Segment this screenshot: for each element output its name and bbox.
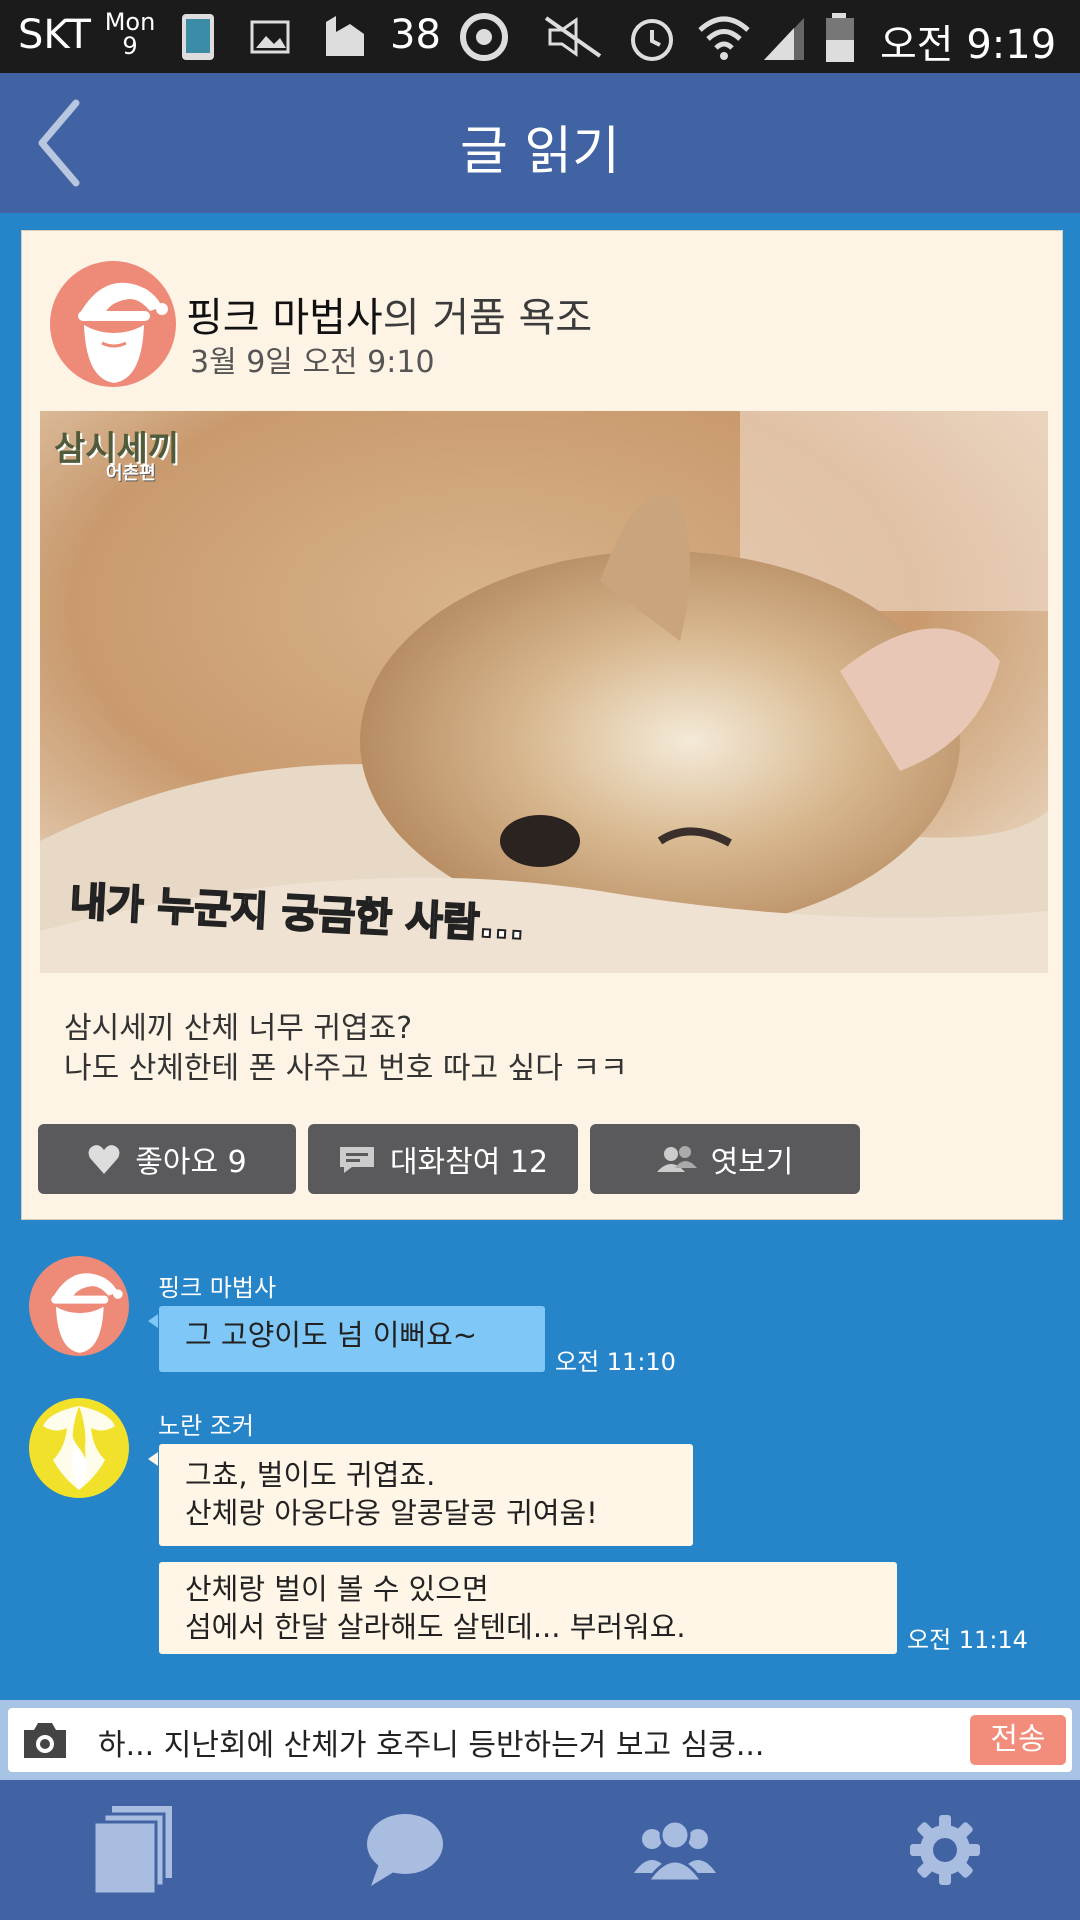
join-chat-button[interactable]: 대화참여 12 xyxy=(308,1124,578,1194)
send-button[interactable]: 전송 xyxy=(970,1715,1066,1765)
post-body-line: 나도 산체한테 폰 사주고 번호 따고 싶다 ㅋㅋ xyxy=(64,1051,628,1086)
post-photo[interactable]: 삼시세끼 어촌편 내가 누군지 궁금한 사람... xyxy=(40,411,1048,973)
post-title-suffix: 의 거품 욕조 xyxy=(382,295,593,341)
image-icon xyxy=(250,20,290,54)
post-author-name[interactable]: 핑크 마법사 xyxy=(186,295,383,341)
comment-time: 오전 11:10 xyxy=(555,1348,676,1376)
sync-icon xyxy=(460,13,508,61)
photo-logo-sub: 어촌편 xyxy=(106,463,156,484)
people-icon xyxy=(656,1146,697,1172)
comment-input[interactable]: 하... 지난회에 산체가 호주니 등반하는거 보고 심쿵... 전송 xyxy=(8,1708,1072,1772)
like-label: 좋아요 9 xyxy=(135,1145,247,1180)
nav-friends[interactable] xyxy=(540,1780,810,1920)
peek-label: 엿보기 xyxy=(710,1145,794,1180)
post-date: 3월 9일 오전 9:10 xyxy=(190,345,435,380)
status-day: Mon xyxy=(104,8,156,36)
post-title: 핑크 마법사의 거품 욕조 xyxy=(186,285,592,343)
comment-text: 산체랑 벌이 볼 수 있으면 xyxy=(185,1572,489,1606)
notification-app-icon xyxy=(326,16,364,56)
battery-icon xyxy=(826,13,854,62)
comment-input-value: 하... 지난회에 산체가 호주니 등반하는거 보고 심쿵... xyxy=(98,1728,765,1763)
notification-count: 38 xyxy=(390,12,441,58)
page-title: 글 읽기 xyxy=(459,122,621,182)
post-actions: 좋아요 9 대화참여 12 엿보기 xyxy=(38,1124,1048,1194)
bubble-tail xyxy=(148,1314,158,1328)
commenter-name: 노란 조커 xyxy=(158,1412,254,1440)
join-chat-label: 대화참여 12 xyxy=(389,1145,549,1180)
comment-text: 그쵸, 벌이도 귀엽죠. xyxy=(185,1458,436,1492)
peek-button[interactable]: 엿보기 xyxy=(590,1124,860,1194)
message-icon xyxy=(339,1147,374,1173)
joker-icon xyxy=(43,1406,115,1490)
post-card: 핑크 마법사의 거품 욕조 3월 9일 오전 9:10 삼시세끼 어촌편 내가 … xyxy=(21,230,1063,1220)
nav-chat[interactable] xyxy=(270,1780,540,1920)
commenter-avatar[interactable] xyxy=(29,1398,129,1498)
bubble-tail xyxy=(148,1452,158,1466)
post-body-line: 삼시세끼 산체 너무 귀엽죠? xyxy=(64,1011,413,1046)
status-date: Mon 9 xyxy=(104,10,156,58)
wizard-icon xyxy=(78,282,168,383)
wizard-icon xyxy=(51,1273,123,1353)
posts-icon xyxy=(92,1806,172,1896)
comment-text: 섬에서 한달 살라해도 살텐데... 부러워요. xyxy=(185,1610,686,1644)
post-body: 삼시세끼 산체 너무 귀엽죠? 나도 산체한테 폰 사주고 번호 따고 싶다 ㅋ… xyxy=(64,1009,628,1089)
bottom-navigation xyxy=(0,1780,1080,1920)
camera-icon[interactable] xyxy=(20,1718,70,1762)
nav-settings[interactable] xyxy=(810,1780,1080,1920)
comment-bubble[interactable]: 그쵸, 벌이도 귀엽죠. 산체랑 아웅다웅 알콩달콩 귀여움! xyxy=(159,1444,693,1546)
comment-bubble[interactable]: 그 고양이도 넘 이뻐요~ xyxy=(159,1306,545,1372)
comment-time: 오전 11:14 xyxy=(907,1626,1028,1654)
status-bar: SKT Mon 9 38 오전 9:19 xyxy=(0,0,1080,73)
mute-icon xyxy=(544,16,602,58)
status-time: 오전 9:19 xyxy=(880,22,1057,68)
comment-text: 그 고양이도 넘 이뻐요~ xyxy=(185,1318,478,1352)
commenter-name: 핑크 마법사 xyxy=(158,1274,277,1302)
wifi-icon xyxy=(698,16,750,60)
nav-posts[interactable] xyxy=(0,1780,270,1920)
like-button[interactable]: 좋아요 9 xyxy=(38,1124,296,1194)
status-date-number: 9 xyxy=(122,32,138,60)
carrier-label: SKT xyxy=(18,12,91,58)
app-header: 글 읽기 xyxy=(0,73,1080,213)
commenter-avatar[interactable] xyxy=(29,1256,129,1356)
comment-input-bar: 하... 지난회에 산체가 호주니 등반하는거 보고 심쿵... 전송 xyxy=(0,1700,1080,1780)
signal-icon xyxy=(764,18,804,60)
author-avatar[interactable] xyxy=(50,261,176,387)
comment-text: 산체랑 아웅다웅 알콩달콩 귀여움! xyxy=(185,1496,598,1530)
alarm-icon xyxy=(631,19,673,61)
phone-icon xyxy=(182,14,214,60)
settings-icon xyxy=(910,1815,980,1885)
friends-icon xyxy=(634,1819,716,1883)
chat-icon xyxy=(367,1814,443,1886)
comment-bubble[interactable]: 산체랑 벌이 볼 수 있으면 섬에서 한달 살라해도 살텐데... 부러워요. xyxy=(159,1562,897,1654)
heart-icon xyxy=(88,1145,120,1174)
